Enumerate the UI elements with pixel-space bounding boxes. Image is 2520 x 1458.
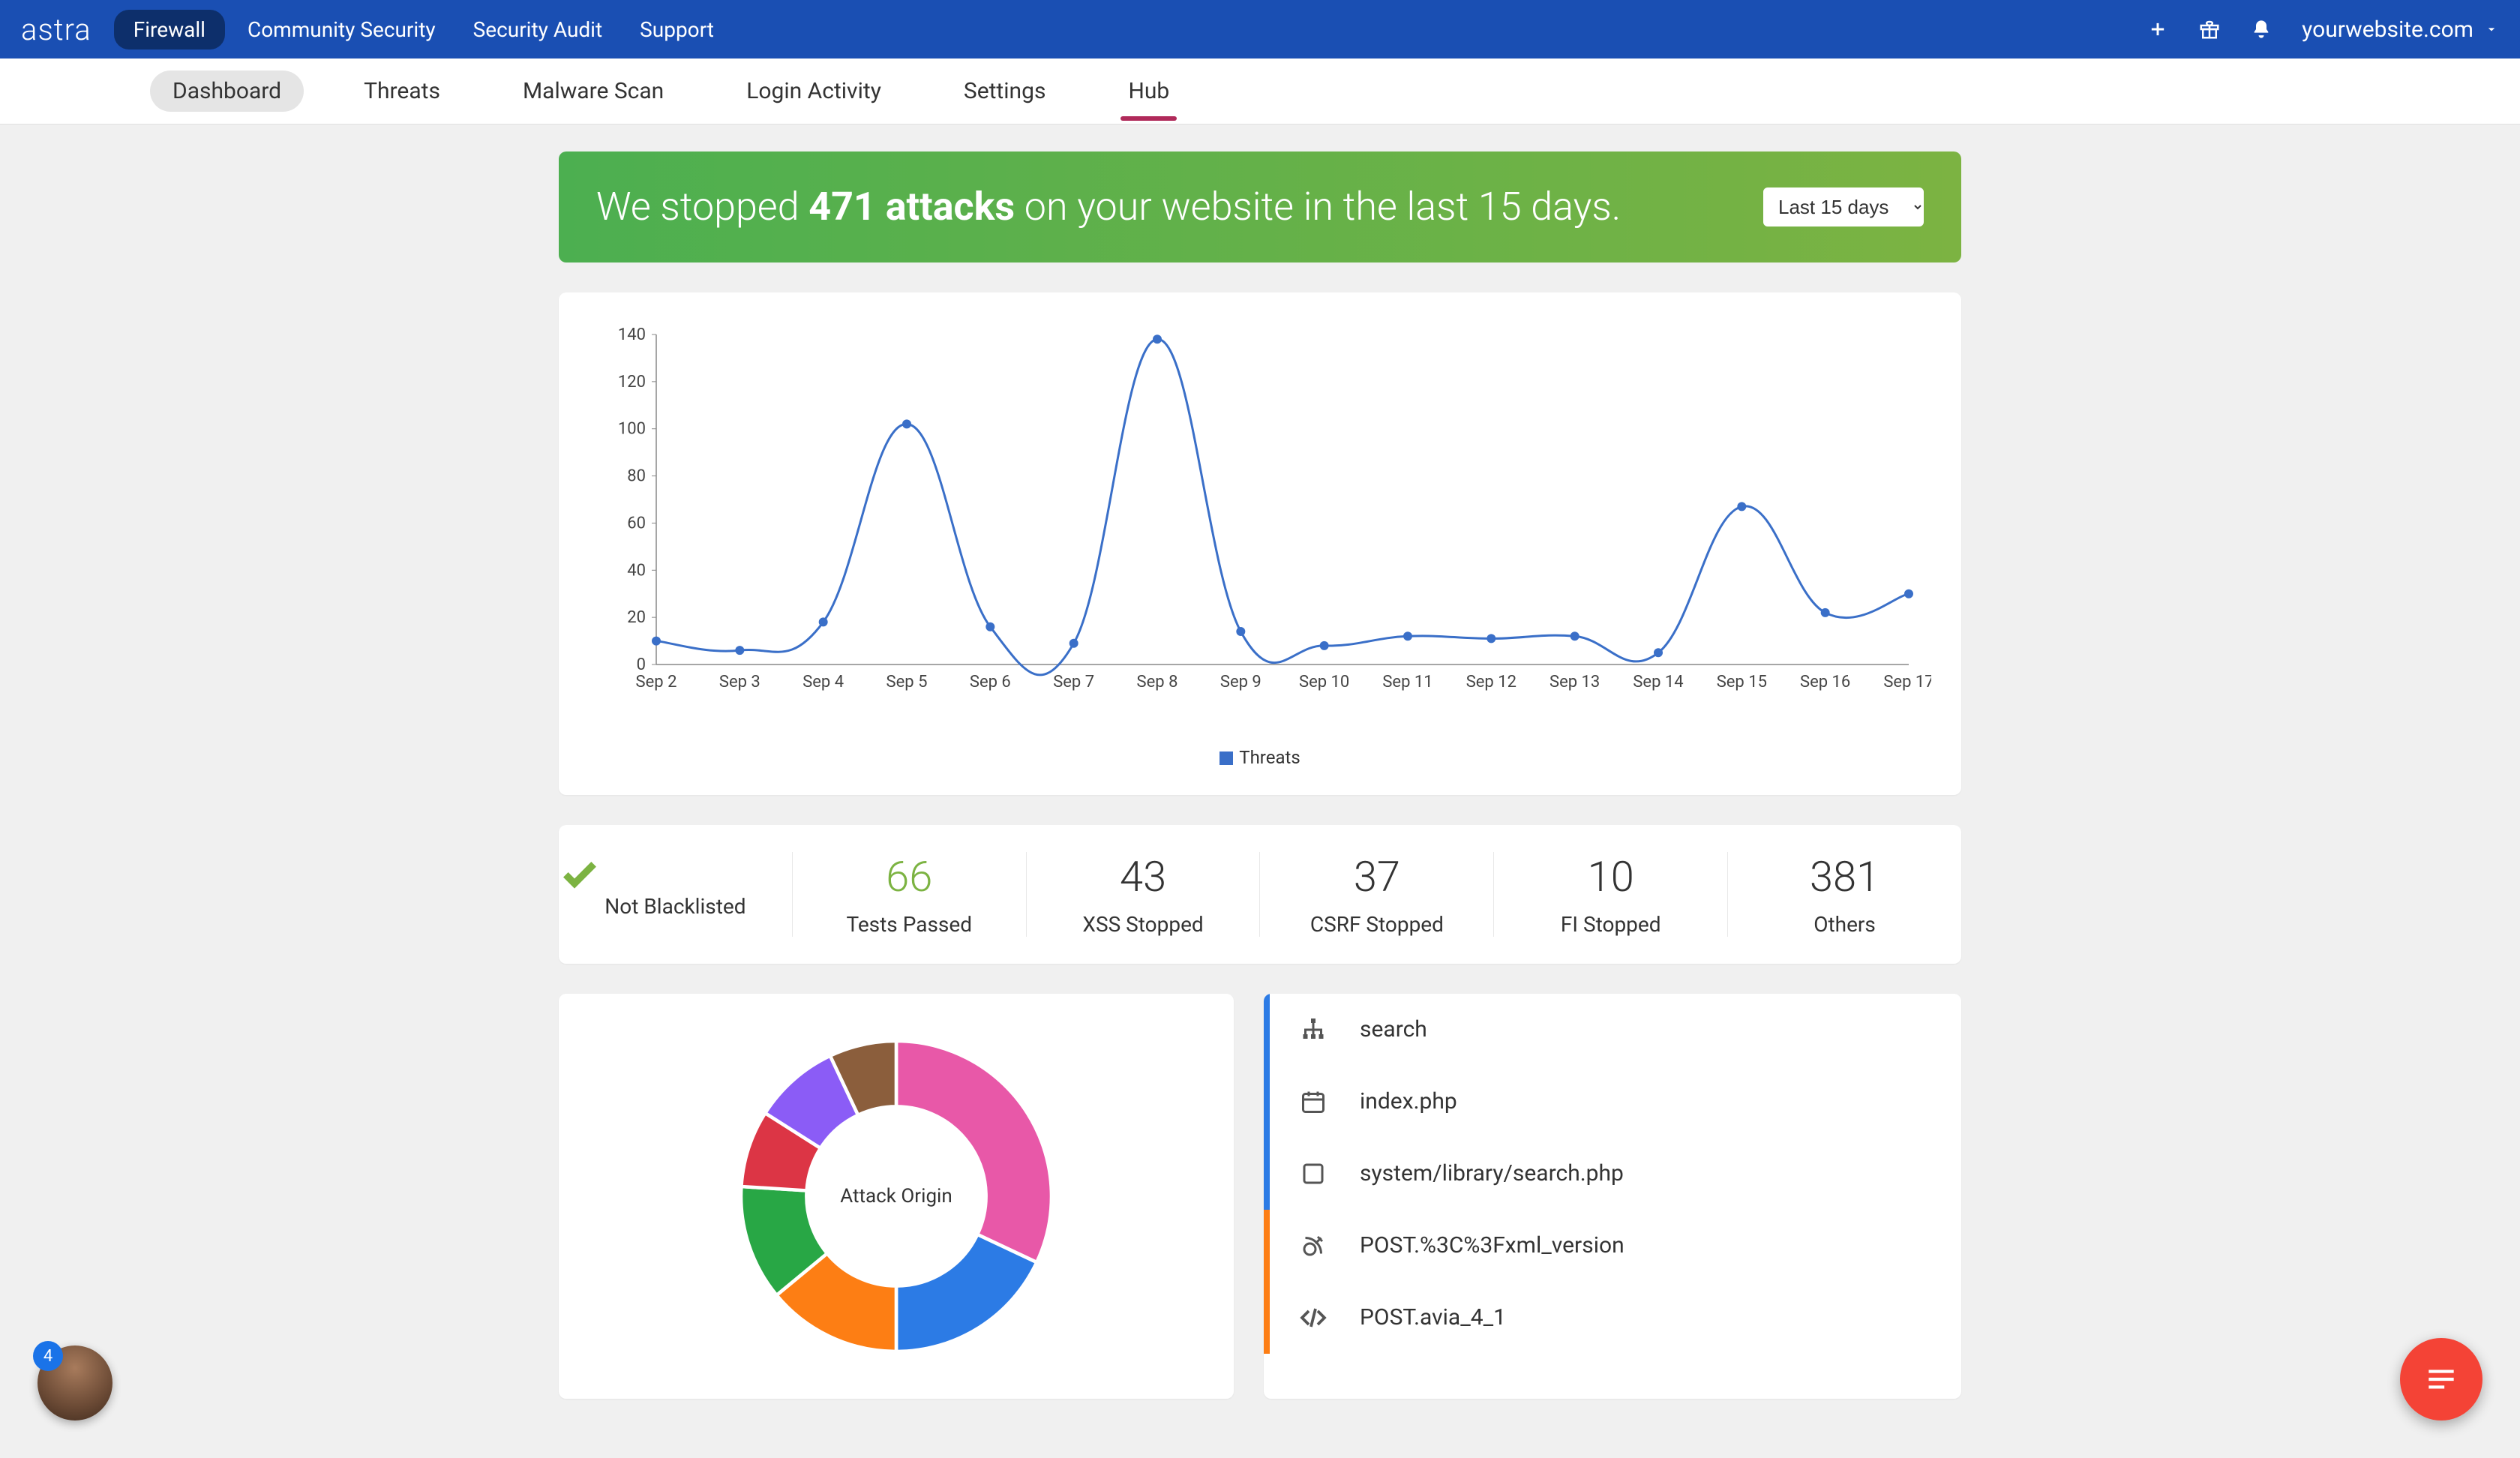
subtabs: Dashboard Threats Malware Scan Login Act… <box>0 58 2520 124</box>
stat-others: 381 Others <box>1728 852 1961 937</box>
attack-origin-card: Attack Origin <box>559 994 1234 1399</box>
svg-text:Sep 10: Sep 10 <box>1299 673 1349 692</box>
chart-legend: Threats <box>589 747 1931 768</box>
svg-text:Sep 11: Sep 11 <box>1382 673 1432 692</box>
nav-community-security[interactable]: Community Security <box>248 17 436 42</box>
chevron-down-icon <box>2484 22 2499 37</box>
tab-hub[interactable]: Hub <box>1106 70 1192 112</box>
svg-text:Sep 6: Sep 6 <box>970 673 1011 692</box>
threats-line-chart: 0 20 40 60 80 100 120 140 Sep 2 Sep 3 Sep 4 Sep 5 Se… <box>589 320 1931 710</box>
list-item-label: POST.avia_4_1 <box>1360 1304 1506 1330</box>
nav-firewall[interactable]: Firewall <box>114 10 225 50</box>
svg-text:Sep 9: Sep 9 <box>1220 673 1262 692</box>
stat-value <box>559 852 792 894</box>
stat-value: 66 <box>793 852 1026 902</box>
timerange-select[interactable]: Last 15 days <box>1763 188 1924 226</box>
svg-text:Sep 2: Sep 2 <box>636 673 677 692</box>
site-dropdown[interactable]: yourwebsite.com <box>2302 16 2499 43</box>
legend-swatch <box>1220 752 1233 765</box>
svg-text:20: 20 <box>627 608 646 627</box>
banner-count: 471 attacks <box>808 184 1015 230</box>
list-item[interactable]: POST.%3C%3Fxml_version <box>1264 1210 1961 1282</box>
tab-dashboard[interactable]: Dashboard <box>150 70 304 112</box>
svg-text:Sep 17: Sep 17 <box>1883 673 1931 692</box>
list-item-label: system/library/search.php <box>1360 1160 1624 1186</box>
svg-text:Sep 16: Sep 16 <box>1800 673 1850 692</box>
list-item-label: index.php <box>1360 1088 1457 1114</box>
svg-text:0: 0 <box>637 656 646 674</box>
svg-text:60: 60 <box>627 514 646 532</box>
stat-label: Not Blacklisted <box>559 894 792 919</box>
site-label: yourwebsite.com <box>2302 16 2474 43</box>
svg-text:Sep 3: Sep 3 <box>719 673 760 692</box>
banner-prefix: We stopped <box>596 184 808 230</box>
legend-label: Threats <box>1239 747 1300 768</box>
svg-text:Sep 4: Sep 4 <box>802 673 844 692</box>
svg-text:120: 120 <box>618 372 646 391</box>
nav-support[interactable]: Support <box>640 17 714 42</box>
tab-login-activity[interactable]: Login Activity <box>724 70 904 112</box>
threats-chart-card: 0 20 40 60 80 100 120 140 Sep 2 Sep 3 Sep 4 Sep 5 Se… <box>559 292 1961 795</box>
gift-icon[interactable] <box>2198 18 2221 40</box>
banner-suffix: on your website in the last 15 days. <box>1015 184 1621 230</box>
list-item-label: POST.%3C%3Fxml_version <box>1360 1232 1624 1258</box>
attack-targets-list: search index.php system/library/search.php… <box>1264 994 1961 1399</box>
stat-label: Tests Passed <box>793 912 1026 937</box>
stat-label: FI Stopped <box>1494 912 1727 937</box>
sitemap-icon <box>1300 1016 1330 1043</box>
list-item[interactable]: POST.avia_4_1 <box>1264 1282 1961 1354</box>
list-item[interactable]: search <box>1264 994 1961 1066</box>
stat-label: Others <box>1728 912 1961 937</box>
svg-text:Sep 15: Sep 15 <box>1717 673 1767 692</box>
list-item[interactable]: index.php <box>1264 1066 1961 1138</box>
donut-center-label: Attack Origin <box>840 1185 952 1208</box>
svg-text:100: 100 <box>618 419 646 438</box>
avatar-badge: 4 <box>33 1341 63 1371</box>
svg-text:Sep 5: Sep 5 <box>886 673 928 692</box>
square-icon <box>1300 1160 1330 1187</box>
stat-fi-stopped: 10 FI Stopped <box>1494 852 1728 937</box>
stat-tests-passed: 66 Tests Passed <box>793 852 1027 937</box>
svg-text:Sep 12: Sep 12 <box>1466 673 1516 692</box>
code-icon <box>1300 1304 1330 1331</box>
stats-row: Not Blacklisted66 Tests Passed43 XSS Stopp… <box>559 825 1961 964</box>
stat-csrf-stopped: 37 CSRF Stopped <box>1260 852 1494 937</box>
stat-value: 37 <box>1260 852 1493 902</box>
svg-text:Sep 7: Sep 7 <box>1053 673 1094 692</box>
stat-not-blacklisted: Not Blacklisted <box>559 852 793 937</box>
svg-text:40: 40 <box>627 561 646 580</box>
topbar: astra Firewall Community Security Securi… <box>0 0 2520 58</box>
nav-security-audit[interactable]: Security Audit <box>473 17 603 42</box>
logo: astra <box>21 12 92 47</box>
stat-xss-stopped: 43 XSS Stopped <box>1027 852 1261 937</box>
svg-text:Sep 13: Sep 13 <box>1550 673 1600 692</box>
list-item[interactable]: system/library/search.php <box>1264 1138 1961 1210</box>
stat-label: CSRF Stopped <box>1260 912 1493 937</box>
tab-malware-scan[interactable]: Malware Scan <box>500 70 686 112</box>
chat-fab[interactable] <box>2400 1338 2482 1420</box>
summary-banner: We stopped 471 attacks on your website i… <box>559 152 1961 262</box>
banner-text: We stopped 471 attacks on your website i… <box>596 182 1621 232</box>
tab-settings[interactable]: Settings <box>941 70 1069 112</box>
svg-text:80: 80 <box>627 466 646 485</box>
stat-value: 43 <box>1027 852 1260 902</box>
bell-icon[interactable] <box>2251 19 2272 40</box>
satellite-icon <box>1300 1232 1330 1259</box>
support-avatar[interactable]: 4 <box>38 1346 112 1420</box>
svg-text:Sep 8: Sep 8 <box>1137 673 1178 692</box>
tab-threats[interactable]: Threats <box>341 70 463 112</box>
plus-icon[interactable] <box>2147 19 2168 40</box>
stat-label: XSS Stopped <box>1027 912 1260 937</box>
svg-text:140: 140 <box>618 326 646 344</box>
svg-text:Sep 14: Sep 14 <box>1633 673 1683 692</box>
list-item-label: search <box>1360 1016 1427 1042</box>
calendar-icon <box>1300 1088 1330 1115</box>
topbar-right: yourwebsite.com <box>2147 16 2499 43</box>
stat-value: 381 <box>1728 852 1961 902</box>
stat-value: 10 <box>1494 852 1727 902</box>
